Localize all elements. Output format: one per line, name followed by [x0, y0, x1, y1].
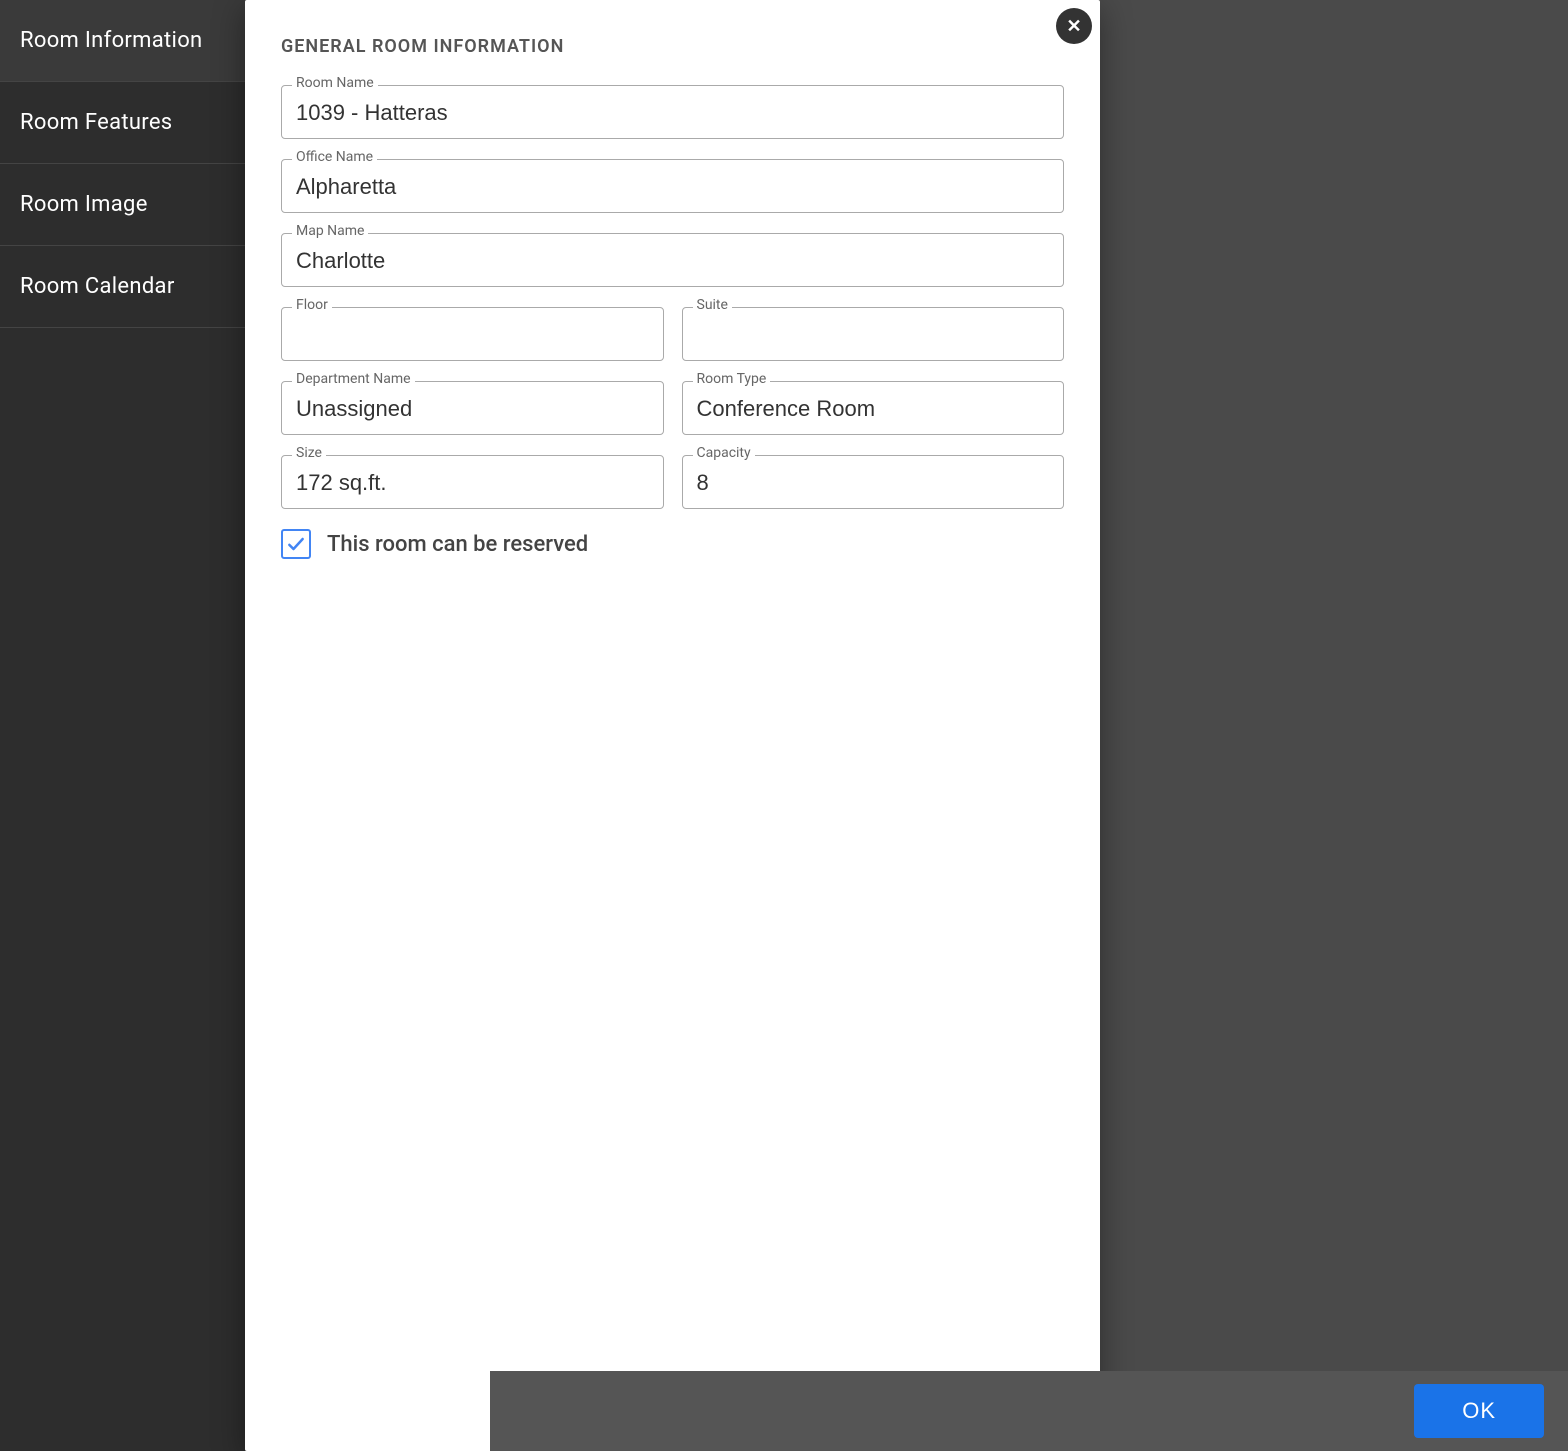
suite-field-group: Suite — [682, 307, 1065, 361]
reservable-checkbox[interactable] — [281, 529, 311, 559]
room-name-input[interactable] — [282, 86, 1063, 138]
section-title: GENERAL ROOM INFORMATION — [281, 36, 1064, 57]
size-input[interactable] — [282, 456, 663, 508]
main-area: ✕ GENERAL ROOM INFORMATION Room Name Off… — [245, 0, 1568, 1451]
floor-input[interactable] — [282, 308, 663, 360]
size-capacity-row: Size Capacity — [281, 455, 1064, 509]
department-name-label: Department Name — [292, 371, 415, 387]
room-name-field-group: Room Name — [281, 85, 1064, 139]
sidebar-item-room-image[interactable]: Room Image — [0, 164, 245, 246]
room-type-input[interactable] — [683, 382, 1064, 434]
scroll-indicator: ▼ — [1086, 0, 1100, 1451]
map-name-label: Map Name — [292, 223, 368, 239]
sidebar: Room Information Room Features Room Imag… — [0, 0, 245, 1451]
ok-button[interactable]: OK — [1414, 1384, 1544, 1438]
capacity-input[interactable] — [683, 456, 1064, 508]
sidebar-label-room-features: Room Features — [20, 110, 172, 135]
size-label: Size — [292, 445, 326, 461]
close-icon: ✕ — [1066, 16, 1081, 37]
bottom-bar: OK — [490, 1371, 1568, 1451]
room-name-label: Room Name — [292, 75, 378, 91]
sidebar-item-room-information[interactable]: Room Information — [0, 0, 245, 82]
floor-field-group: Floor — [281, 307, 664, 361]
office-name-input[interactable] — [282, 160, 1063, 212]
office-name-field-group: Office Name — [281, 159, 1064, 213]
map-name-field-group: Map Name — [281, 233, 1064, 287]
department-name-input[interactable] — [282, 382, 663, 434]
sidebar-label-room-information: Room Information — [20, 28, 203, 53]
department-name-field-group: Department Name — [281, 381, 664, 435]
office-name-label: Office Name — [292, 149, 377, 165]
room-type-field-group: Room Type — [682, 381, 1065, 435]
suite-input[interactable] — [683, 308, 1064, 360]
capacity-field-group: Capacity — [682, 455, 1065, 509]
dialog-content: GENERAL ROOM INFORMATION Room Name Offic… — [245, 0, 1100, 599]
capacity-label: Capacity — [693, 445, 755, 461]
floor-label: Floor — [292, 297, 332, 313]
size-field-group: Size — [281, 455, 664, 509]
sidebar-label-room-calendar: Room Calendar — [20, 274, 175, 299]
room-type-label: Room Type — [693, 371, 771, 387]
dialog: ✕ GENERAL ROOM INFORMATION Room Name Off… — [245, 0, 1100, 1451]
map-name-input[interactable] — [282, 234, 1063, 286]
suite-label: Suite — [693, 297, 732, 313]
sidebar-item-room-features[interactable]: Room Features — [0, 82, 245, 164]
sidebar-item-room-calendar[interactable]: Room Calendar — [0, 246, 245, 328]
content-area: ✕ GENERAL ROOM INFORMATION Room Name Off… — [245, 0, 1568, 1451]
sidebar-label-room-image: Room Image — [20, 192, 148, 217]
checkmark-icon — [286, 534, 306, 554]
department-roomtype-row: Department Name Room Type — [281, 381, 1064, 435]
reservable-checkbox-label: This room can be reserved — [327, 532, 588, 557]
floor-suite-row: Floor Suite — [281, 307, 1064, 361]
reservable-checkbox-row: This room can be reserved — [281, 529, 1064, 559]
